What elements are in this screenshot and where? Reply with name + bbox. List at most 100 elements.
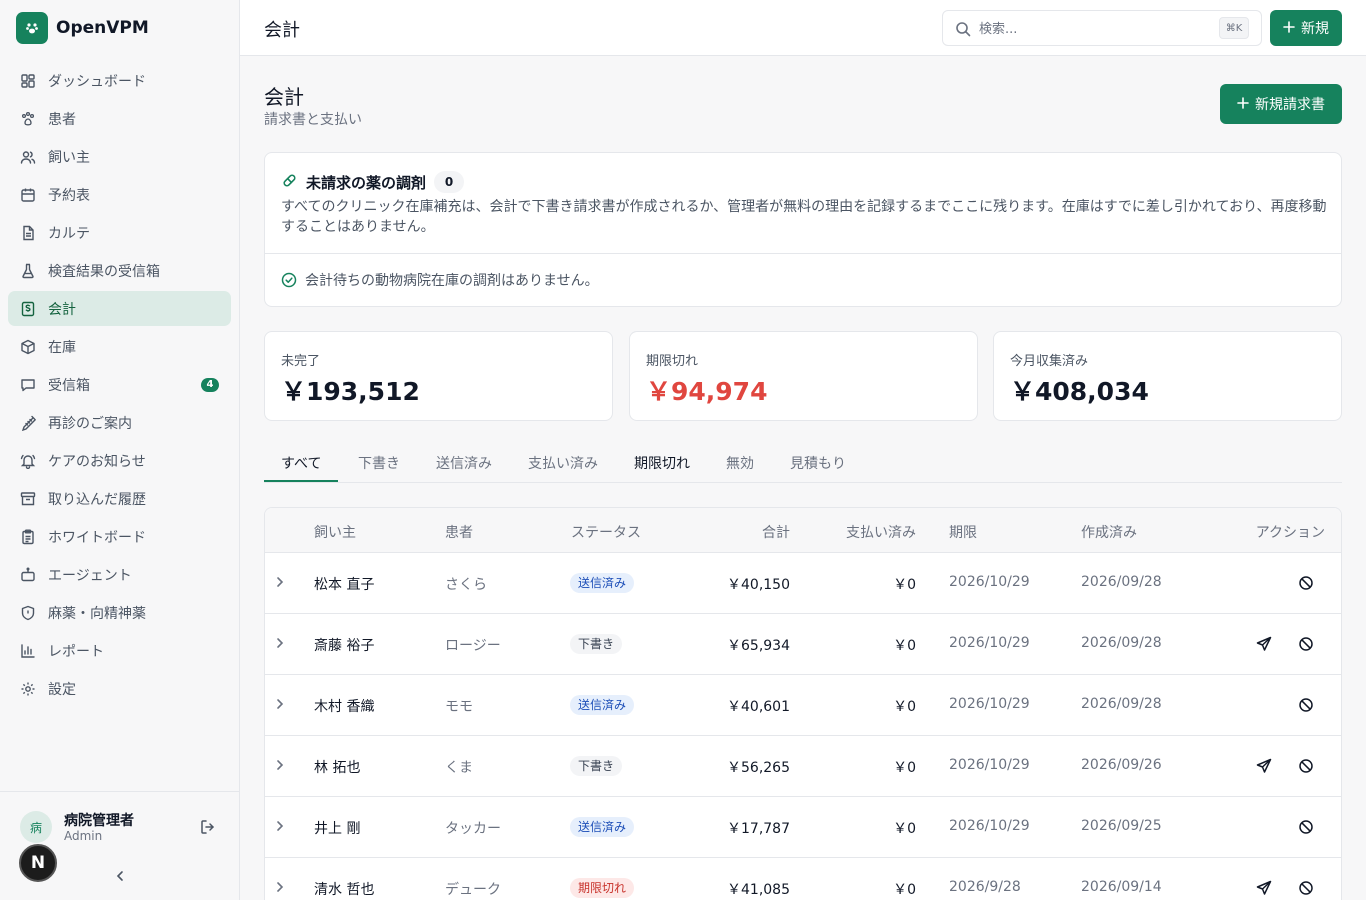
calendar-icon xyxy=(20,187,36,203)
plus-icon xyxy=(1237,96,1249,112)
sidebar-item-14[interactable]: 麻薬・向精神薬 xyxy=(8,595,231,630)
send-icon[interactable] xyxy=(1256,636,1272,652)
stat-value: ￥408,034 xyxy=(1010,377,1149,406)
sidebar-item-10[interactable]: ケアのお知らせ xyxy=(8,443,231,478)
avatar[interactable]: 病 xyxy=(20,811,52,843)
owner-cell[interactable]: 松本 直子 xyxy=(314,574,374,594)
patient-cell[interactable]: デューク xyxy=(445,879,501,899)
sidebar-item-6[interactable]: 会計 xyxy=(8,291,231,326)
created-date-cell: 2026/09/28 xyxy=(1081,696,1162,712)
table-row[interactable]: 林 拓也 くま 下書き ￥56,265 ￥0 2026/10/29 2026/09/26 xyxy=(265,736,1341,797)
total-cell: ￥56,265 xyxy=(727,760,790,776)
expand-chevron-icon[interactable] xyxy=(275,575,285,593)
column-header-due[interactable]: 期限 xyxy=(949,522,977,542)
void-icon[interactable] xyxy=(1298,758,1314,774)
column-header-total[interactable]: 合計 xyxy=(762,522,790,542)
void-icon[interactable] xyxy=(1298,636,1314,652)
owner-cell[interactable]: 林 拓也 xyxy=(314,757,360,777)
owner-cell[interactable]: 斎藤 裕子 xyxy=(314,635,374,655)
owner-cell[interactable]: 井上 剛 xyxy=(314,818,360,838)
invoice-table: 飼い主 患者 ステータス 合計 支払い済み 期限 作成済み アクション 松本 直… xyxy=(264,507,1342,900)
patient-cell[interactable]: タッカー xyxy=(445,818,501,838)
stat-card-collected: 今月収集済み ￥408,034 xyxy=(993,331,1342,421)
expand-chevron-icon[interactable] xyxy=(275,819,285,837)
sidebar-item-8[interactable]: 受信箱 4 xyxy=(8,367,231,402)
stat-card-outstanding: 未完了 ￥193,512 xyxy=(264,331,613,421)
unbilled-empty-text: 会計待ちの動物病院在庫の調剤はありません。 xyxy=(305,273,599,289)
table-row[interactable]: 木村 香織 モモ 送信済み ￥40,601 ￥0 2026/10/29 2026/09/28 xyxy=(265,675,1341,736)
void-icon[interactable] xyxy=(1298,819,1314,835)
tab-sent[interactable]: 送信済み xyxy=(436,453,492,473)
unbilled-meds-card: 未請求の薬の調剤 0 すべてのクリニック在庫補充は、会計で下書き請求書が作成され… xyxy=(264,152,1342,307)
brand[interactable]: OpenVPM xyxy=(0,0,239,56)
unbilled-description: すべてのクリニック在庫補充は、会計で下書き請求書が作成されるか、管理者が無料の理… xyxy=(281,199,1327,235)
patient-cell[interactable]: さくら xyxy=(445,574,487,594)
sidebar-item-5[interactable]: 検査結果の受信箱 xyxy=(8,253,231,288)
sidebar-item-label: 会計 xyxy=(48,301,76,318)
column-header-patient[interactable]: 患者 xyxy=(445,522,473,542)
sidebar-item-9[interactable]: 再診のご案内 xyxy=(8,405,231,440)
logout-icon[interactable] xyxy=(199,818,217,836)
void-icon[interactable] xyxy=(1298,575,1314,591)
sidebar-item-label: ダッシュボード xyxy=(48,73,146,90)
sidebar-item-13[interactable]: エージェント xyxy=(8,557,231,592)
owner-cell[interactable]: 清水 哲也 xyxy=(314,879,374,899)
new-button[interactable]: 新規 xyxy=(1270,10,1342,46)
tab-overdue[interactable]: 期限切れ xyxy=(634,453,690,473)
sidebar: OpenVPM ダッシュボード 患者 飼い主 予約表 カルテ 検査結果の受信箱 会計 在庫 受信… xyxy=(0,0,240,900)
tab-all[interactable]: すべて xyxy=(281,453,321,473)
syringe-icon xyxy=(20,415,36,431)
new-invoice-button[interactable]: 新規請求書 xyxy=(1220,84,1342,124)
sidebar-item-3[interactable]: 予約表 xyxy=(8,177,231,212)
collapse-sidebar-icon[interactable] xyxy=(112,868,128,884)
sidebar-item-16[interactable]: 設定 xyxy=(8,671,231,706)
sidebar-item-12[interactable]: ホワイトボード xyxy=(8,519,231,554)
sidebar-item-label: 受信箱 xyxy=(48,377,90,394)
search-input[interactable] xyxy=(979,19,1209,39)
column-header-paid[interactable]: 支払い済み xyxy=(846,522,916,542)
owner-cell[interactable]: 木村 香織 xyxy=(314,696,374,716)
table-row[interactable]: 清水 哲也 デューク 期限切れ ￥41,085 ￥0 2026/9/28 2026/09/1… xyxy=(265,858,1341,900)
sidebar-item-15[interactable]: レポート xyxy=(8,633,231,668)
void-icon[interactable] xyxy=(1298,880,1314,896)
sidebar-item-0[interactable]: ダッシュボード xyxy=(8,63,231,98)
assistant-fab-button[interactable]: N xyxy=(19,844,57,882)
expand-chevron-icon[interactable] xyxy=(275,636,285,654)
column-header-actions: アクション xyxy=(1255,525,1325,541)
sidebar-item-label: 再診のご案内 xyxy=(48,415,132,432)
tab-estimates[interactable]: 見積もり xyxy=(790,453,846,473)
send-icon[interactable] xyxy=(1256,880,1272,896)
sidebar-item-4[interactable]: カルテ xyxy=(8,215,231,250)
flask-icon xyxy=(20,263,36,279)
tab-void[interactable]: 無効 xyxy=(726,453,754,473)
patient-cell[interactable]: くま xyxy=(445,757,473,777)
expand-chevron-icon[interactable] xyxy=(275,880,285,898)
status-badge: 下書き xyxy=(570,634,623,654)
void-icon[interactable] xyxy=(1298,697,1314,713)
sidebar-item-7[interactable]: 在庫 xyxy=(8,329,231,364)
tab-draft[interactable]: 下書き xyxy=(358,453,400,473)
unbilled-empty-state: 会計待ちの動物病院在庫の調剤はありません。 xyxy=(281,270,599,290)
created-date-cell: 2026/09/26 xyxy=(1081,757,1162,773)
sidebar-item-1[interactable]: 患者 xyxy=(8,101,231,136)
patient-cell[interactable]: モモ xyxy=(445,696,473,716)
column-header-status[interactable]: ステータス xyxy=(571,522,641,542)
table-row[interactable]: 井上 剛 タッカー 送信済み ￥17,787 ￥0 2026/10/29 2026/09/2… xyxy=(265,797,1341,858)
table-row[interactable]: 斎藤 裕子 ロージー 下書き ￥65,934 ￥0 2026/10/29 2026/09/2… xyxy=(265,614,1341,675)
column-header-owner[interactable]: 飼い主 xyxy=(314,522,356,542)
table-header: 飼い主 患者 ステータス 合計 支払い済み 期限 作成済み アクション xyxy=(265,508,1341,553)
stat-card-overdue: 期限切れ ￥94,974 xyxy=(629,331,978,421)
paw-icon xyxy=(20,111,36,127)
patient-cell[interactable]: ロージー xyxy=(445,635,501,655)
expand-chevron-icon[interactable] xyxy=(275,697,285,715)
search-box[interactable]: ⌘K xyxy=(942,10,1262,46)
expand-chevron-icon[interactable] xyxy=(275,758,285,776)
paid-cell: ￥0 xyxy=(893,638,916,654)
active-tab-indicator xyxy=(264,480,338,482)
sidebar-item-11[interactable]: 取り込んだ履歴 xyxy=(8,481,231,516)
tab-paid[interactable]: 支払い済み xyxy=(528,453,598,473)
table-row[interactable]: 松本 直子 さくら 送信済み ￥40,150 ￥0 2026/10/29 2026/09/2… xyxy=(265,553,1341,614)
send-icon[interactable] xyxy=(1256,758,1272,774)
sidebar-item-label: 取り込んだ履歴 xyxy=(48,491,146,508)
sidebar-item-2[interactable]: 飼い主 xyxy=(8,139,231,174)
